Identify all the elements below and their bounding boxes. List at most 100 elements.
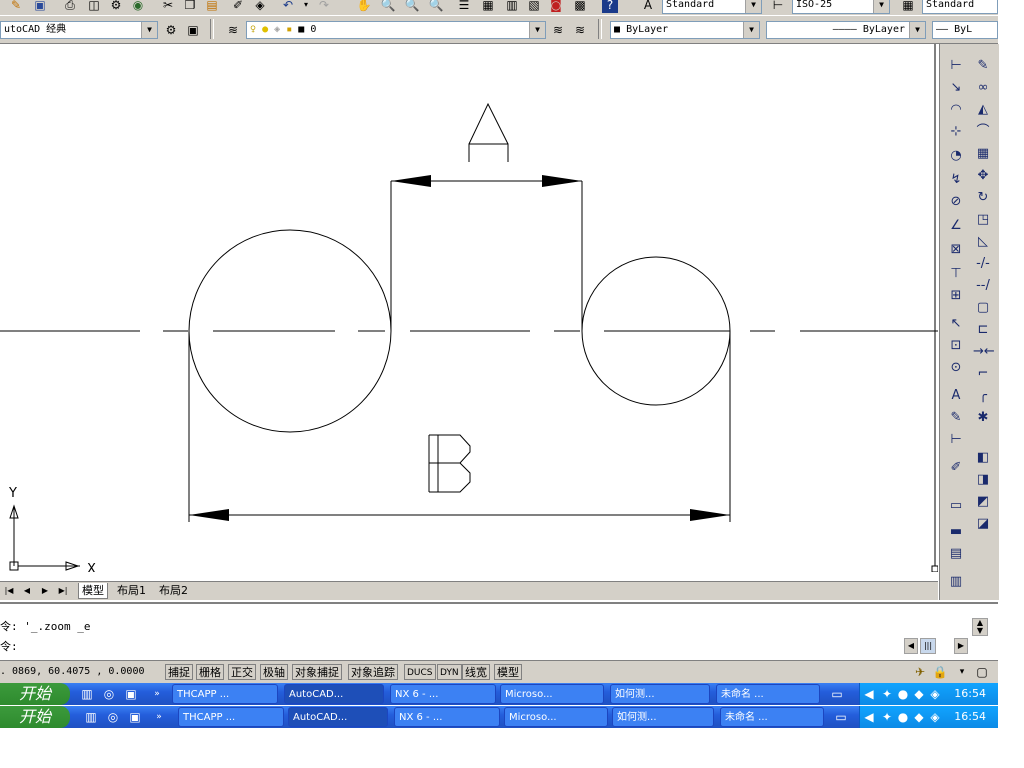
next-tab-icon[interactable]: ▶ [38, 585, 52, 597]
break-at-point-icon[interactable]: ▢ [973, 298, 993, 318]
taskbar-clock[interactable]: 16:54 [954, 683, 986, 705]
tray-app-icon[interactable]: ◆ [912, 686, 926, 702]
command-scrollbar[interactable]: ▲ ▼ [972, 618, 988, 636]
keyboard-icon[interactable]: ▭ [834, 709, 848, 725]
taskbar-button-thcapp[interactable]: THCAPP ... [172, 684, 278, 704]
undo-icon[interactable]: ↶ [280, 0, 296, 13]
join-icon[interactable]: →← [973, 342, 995, 362]
make-object-layer-current-icon[interactable]: ≋ [550, 22, 566, 38]
explode-icon[interactable]: ✱ [973, 408, 993, 428]
status-menu-icon[interactable]: ▾ [954, 664, 970, 680]
calculator-icon[interactable]: ▩ [572, 0, 588, 13]
jogged-dimension-icon[interactable]: ↯ [946, 170, 966, 190]
ducs-toggle[interactable]: DUCS [404, 664, 436, 680]
tab-layout1[interactable]: 布局1 [114, 583, 149, 598]
scale-icon[interactable]: ◳ [973, 210, 993, 230]
dimension-text-edit-icon[interactable]: ✎ [946, 408, 966, 428]
draw-order-icon[interactable]: ◧ [973, 448, 993, 468]
table-style-select[interactable]: Standard [922, 0, 998, 14]
tray-app-icon[interactable]: ✦ [880, 686, 894, 702]
last-tab-icon[interactable]: ▶| [56, 585, 70, 597]
tool-palettes-icon[interactable]: ▥ [504, 0, 520, 13]
tab-model[interactable]: 模型 [78, 583, 108, 599]
dyn-toggle[interactable]: DYN [437, 664, 462, 680]
tray-app-icon[interactable]: ◈ [928, 686, 942, 702]
taskbar-button-thcapp[interactable]: THCAPP ... [178, 707, 284, 727]
baseline-dimension-icon[interactable]: ⊤ [946, 264, 966, 284]
erase-icon[interactable]: ✎ [973, 56, 993, 76]
dim-style-select[interactable]: ISO-25 ▼ [792, 0, 890, 14]
dimension-update-icon[interactable]: ⊢ [946, 430, 966, 450]
taskbar-button-nx6[interactable]: NX 6 - ... [390, 684, 496, 704]
lineweight-toggle[interactable]: 线宽 [462, 664, 490, 680]
dimension-edit-icon[interactable]: A [946, 386, 966, 406]
more-icon[interactable]: » [152, 709, 166, 725]
trim-icon[interactable]: -/- [973, 254, 993, 274]
plot-preview-icon[interactable]: ◫ [86, 0, 102, 13]
polar-toggle[interactable]: 极轴 [260, 664, 288, 680]
browser-icon[interactable]: ◎ [106, 709, 120, 725]
coordinate-readout[interactable]: . 0869, 60.4075 , 0.0000 [0, 664, 145, 680]
aligned-dimension-icon[interactable]: ↘ [946, 78, 966, 98]
start-button[interactable]: 开始 [0, 706, 70, 728]
stretch-icon[interactable]: ◺ [973, 232, 993, 252]
continue-dimension-icon[interactable]: ⊞ [946, 286, 966, 306]
chamfer-icon[interactable]: ⌐ [973, 364, 993, 384]
tab-layout2[interactable]: 布局2 [156, 583, 191, 598]
bring-above-icon[interactable]: ◪ [973, 514, 993, 534]
taskbar-button-autocad[interactable]: AutoCAD... [288, 707, 388, 727]
cut-icon[interactable]: ✂ [160, 0, 176, 13]
tolerance-icon[interactable]: ⊡ [946, 336, 966, 356]
zoom-window-icon[interactable]: 🔍 [404, 0, 420, 13]
quick-leader-icon[interactable]: ↖ [946, 314, 966, 334]
tray-expand-icon[interactable]: ◀ [862, 709, 876, 725]
fillet-icon[interactable]: ╭ [973, 386, 993, 406]
zoom-previous-icon[interactable]: 🔍 [428, 0, 444, 13]
taskbar-button-untitled[interactable]: 未命名 ... [716, 684, 820, 704]
bring-to-front-icon[interactable]: ◨ [973, 470, 993, 490]
zoom-realtime-icon[interactable]: 🔍 [380, 0, 396, 13]
offset-icon[interactable]: ⌒ [973, 122, 993, 142]
save-icon[interactable]: ▣ [32, 0, 48, 13]
more-icon[interactable]: » [150, 686, 164, 702]
text-style-select[interactable]: Standard ▼ [662, 0, 762, 14]
communication-center-icon[interactable]: ✈ [912, 664, 928, 680]
osnap-toggle[interactable]: 对象捕捉 [292, 664, 342, 680]
workspace-select[interactable]: utoCAD 经典 ▼ [0, 21, 158, 39]
paste-icon[interactable]: ▤ [204, 0, 220, 13]
undo-dropdown-icon[interactable]: ▾ [298, 0, 314, 13]
copy-icon[interactable]: ❐ [182, 0, 198, 13]
open-icon[interactable]: ✎ [8, 0, 24, 13]
break-icon[interactable]: ⊏ [973, 320, 993, 340]
clean-screen-icon[interactable]: ▢ [974, 664, 990, 680]
otrack-toggle[interactable]: 对象追踪 [348, 664, 398, 680]
desktop-icon[interactable]: ▣ [124, 686, 138, 702]
taskbar-button-howto[interactable]: 如何测... [612, 707, 714, 727]
extend-icon[interactable]: --/ [973, 276, 993, 296]
sheet-icon[interactable]: ▥ [946, 572, 966, 592]
taskbar-button-microsoft[interactable]: Microso... [504, 707, 608, 727]
send-to-back-icon[interactable]: ◩ [973, 492, 993, 512]
scroll-left-icon[interactable]: ◀ [904, 638, 918, 654]
layer-select[interactable]: ♀ ● ◈ ▪ ■ 0 ▼ [246, 21, 546, 39]
ortho-toggle[interactable]: 正交 [228, 664, 256, 680]
measure-icon[interactable]: ▬ [946, 522, 966, 542]
dimension-style-icon[interactable]: ✐ [946, 458, 966, 478]
pan-icon[interactable]: ✋ [356, 0, 372, 13]
taskbar-button-untitled[interactable]: 未命名 ... [720, 707, 824, 727]
design-center-icon[interactable]: ▦ [480, 0, 496, 13]
grid-toggle[interactable]: 栅格 [196, 664, 224, 680]
first-tab-icon[interactable]: |◀ [2, 585, 16, 597]
notepad-icon[interactable]: ▥ [84, 709, 98, 725]
workspace-settings-icon[interactable]: ⚙ [163, 22, 179, 38]
ordinate-dimension-icon[interactable]: ⊹ [946, 122, 966, 142]
quick-dimension-icon[interactable]: ⊠ [946, 240, 966, 260]
3d-dwf-icon[interactable]: ◉ [130, 0, 146, 13]
diameter-dimension-icon[interactable]: ⊘ [946, 192, 966, 212]
snap-toggle[interactable]: 捕捉 [165, 664, 193, 680]
properties-icon[interactable]: ☰ [456, 0, 472, 13]
tray-app-icon[interactable]: ● [896, 709, 910, 725]
move-icon[interactable]: ✥ [973, 166, 993, 186]
tray-app-icon[interactable]: ● [896, 686, 910, 702]
notepad-icon[interactable]: ▥ [80, 686, 94, 702]
